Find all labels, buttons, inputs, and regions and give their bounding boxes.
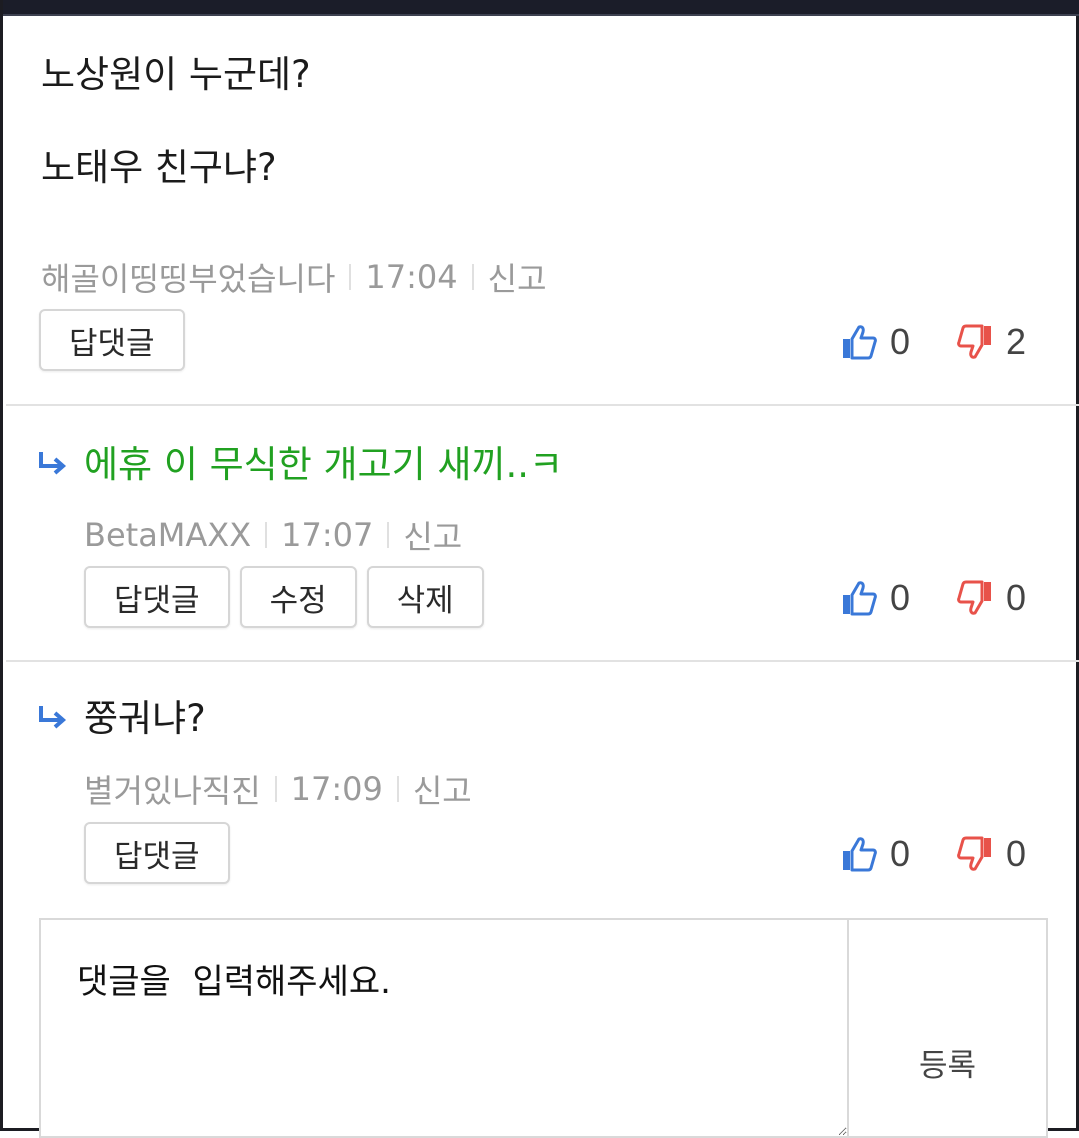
report-link[interactable]: 신고 (413, 766, 472, 812)
comment-text: 쭝궈냐? (84, 697, 206, 740)
dislike-count: 2 (1005, 321, 1026, 362)
comment-actions: 답댓글 수정 삭제 (84, 566, 484, 628)
like-count: 0 (889, 321, 910, 362)
reply-button[interactable]: 답댓글 (39, 309, 185, 371)
thumbs-up-icon (842, 581, 877, 616)
thumbs-up-icon (842, 837, 877, 872)
meta-divider (349, 264, 352, 290)
comment-meta: 해골이띵띵부었습니다 17:04 신고 (41, 254, 547, 300)
comment-section: 노상원이 누군데? 노태우 친구냐? 해골이띵띵부었습니다 17:04 신고 답… (0, 0, 1079, 1138)
vote-row: 0 0 (840, 833, 1026, 875)
edit-button[interactable]: 수정 (239, 566, 357, 628)
comment-composer: 등록 (39, 918, 1048, 1138)
comment-actions: 답댓글 (39, 309, 185, 371)
comment-input[interactable] (41, 920, 847, 1136)
thumbs-up-icon (842, 325, 877, 360)
like-count: 0 (889, 577, 910, 618)
comment-text: 노상원이 누군데? 노태우 친구냐? (41, 53, 311, 189)
comment-text: 에휴 이 무식한 개고기 새끼..ㅋ (84, 443, 564, 486)
comment-meta: BetaMAXX 17:07 신고 (84, 512, 462, 558)
dislike-count: 0 (1005, 833, 1026, 874)
thumbs-down-icon (957, 324, 991, 359)
comment-author[interactable]: 해골이띵띵부었습니다 (41, 254, 335, 300)
meta-divider (396, 776, 399, 802)
comment-actions: 답댓글 (84, 822, 230, 884)
reply-arrow-icon (39, 452, 67, 475)
comment-item: 쭝궈냐? 별거있나직진 17:09 신고 답댓글 (6, 664, 1079, 920)
comment-time: 17:07 (281, 516, 374, 554)
meta-divider (471, 264, 474, 290)
reply-button[interactable]: 답댓글 (84, 566, 230, 628)
dislike-vote[interactable]: 0 (956, 577, 1026, 619)
report-link[interactable]: 신고 (403, 512, 462, 558)
comment-time: 17:04 (365, 258, 458, 296)
dislike-vote[interactable]: 0 (956, 833, 1026, 875)
meta-divider (265, 522, 268, 548)
thumbs-down-icon (957, 836, 991, 871)
meta-divider (274, 776, 277, 802)
submit-button[interactable]: 등록 (847, 920, 1046, 1136)
vote-row: 0 0 (840, 577, 1026, 619)
reply-button[interactable]: 답댓글 (84, 822, 230, 884)
meta-divider (387, 522, 390, 548)
like-vote[interactable]: 0 (840, 577, 910, 619)
like-vote[interactable]: 0 (840, 321, 910, 363)
delete-button[interactable]: 삭제 (366, 566, 484, 628)
vote-row: 0 2 (840, 321, 1026, 363)
top-bar (3, 0, 1079, 16)
comment-author[interactable]: 별거있나직진 (84, 766, 261, 812)
comment-author[interactable]: BetaMAXX (84, 516, 251, 554)
thumbs-down-icon (957, 580, 991, 615)
comment-time: 17:09 (290, 770, 383, 808)
report-link[interactable]: 신고 (488, 254, 547, 300)
dislike-count: 0 (1005, 577, 1026, 618)
like-count: 0 (889, 833, 910, 874)
dislike-vote[interactable]: 2 (956, 321, 1026, 363)
reply-arrow-icon (39, 706, 67, 729)
comment-item: 에휴 이 무식한 개고기 새끼..ㅋ BetaMAXX 17:07 신고 답댓글… (6, 408, 1079, 662)
like-vote[interactable]: 0 (840, 833, 910, 875)
comment-meta: 별거있나직진 17:09 신고 (84, 766, 472, 812)
